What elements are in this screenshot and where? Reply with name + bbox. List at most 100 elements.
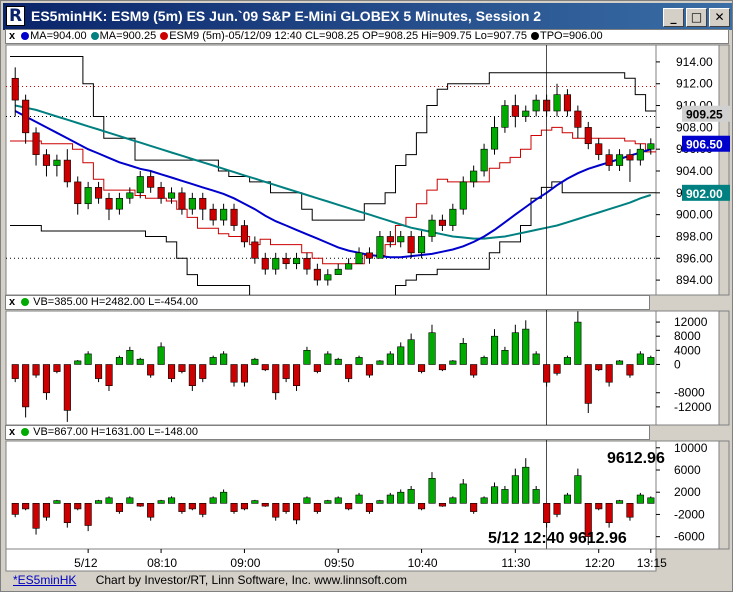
- vb1-axis-label: 8000: [674, 329, 701, 343]
- vb1-legend-swatch: [21, 298, 30, 306]
- status-bar: *ES5minHK Chart by Investor/RT, Linn Sof…: [5, 573, 730, 590]
- candle-body: [605, 154, 613, 166]
- vb1-bar: [292, 364, 301, 387]
- time-axis-label: 10:40: [408, 556, 438, 570]
- candle-body: [42, 154, 51, 166]
- vb1-axis-label: -8000: [674, 386, 705, 400]
- vb2-bar: [53, 500, 61, 504]
- vb2-bar: [532, 489, 540, 504]
- vb1-bar: [407, 339, 415, 365]
- candle-body: [11, 77, 19, 101]
- vb1-bar: [584, 364, 592, 404]
- price-axis-label: 904.00: [676, 164, 713, 178]
- vb2-bar: [303, 497, 311, 504]
- candle-body: [490, 127, 499, 150]
- vb1-bar: [115, 357, 123, 365]
- candle-body: [511, 105, 519, 117]
- vb2-axis-label: 2000: [674, 485, 701, 499]
- vb2-bar: [480, 497, 488, 504]
- vb1-bar: [647, 357, 655, 365]
- vb2-bar: [157, 500, 165, 504]
- vb2-panel-close-icon[interactable]: x: [6, 426, 18, 438]
- vb2-bar: [355, 494, 363, 504]
- vb2-bar: [74, 502, 82, 510]
- vb1-bar: [563, 357, 572, 365]
- vb1-bar: [209, 357, 217, 365]
- vb1-panel-close-icon[interactable]: x: [6, 296, 18, 308]
- vb1-bar: [428, 332, 436, 365]
- vb2-bar: [95, 500, 103, 504]
- vb2-bar: [324, 500, 332, 504]
- vb2-bar: [459, 483, 467, 504]
- vb1-bar: [615, 360, 624, 365]
- vb2-bar: [240, 502, 248, 510]
- vb2-bar: [595, 502, 603, 510]
- vb1-bar: [324, 353, 332, 365]
- candle-body: [365, 252, 374, 259]
- vb2-bar: [365, 502, 374, 512]
- candle-body: [220, 208, 228, 221]
- candle-body: [501, 105, 509, 128]
- price-axis-label: 894.00: [676, 273, 713, 287]
- vb2-bar: [199, 502, 207, 515]
- vb1-bar: [188, 364, 196, 387]
- candle-body: [324, 274, 332, 281]
- candle-body: [32, 132, 40, 155]
- price-axis-label: 912.00: [676, 77, 713, 91]
- vb1-axis-label: 4000: [674, 343, 701, 357]
- vb2-bar: [511, 475, 519, 504]
- vb2-bar: [449, 497, 457, 504]
- candle-body: [553, 94, 561, 112]
- price-axis-label: 908.00: [676, 120, 713, 134]
- vb1-bar: [553, 364, 561, 374]
- vb1-bar: [438, 364, 447, 371]
- time-axis-label: 11:30: [501, 556, 530, 570]
- vb1-bar: [199, 364, 207, 379]
- vb2-bar: [386, 494, 394, 504]
- chart-tab[interactable]: *ES5minHK: [13, 573, 76, 587]
- candle-body: [574, 110, 582, 128]
- vb1-bar: [63, 364, 71, 411]
- vb2-bar: [22, 502, 30, 510]
- vb2-bar: [230, 502, 238, 512]
- candle-body: [105, 197, 113, 210]
- vb1-bar: [22, 364, 30, 408]
- price-badge-label: 906.50: [686, 138, 723, 152]
- vb1-bar: [303, 349, 311, 365]
- vb2-bar: [334, 497, 342, 504]
- vb2-bar: [168, 497, 176, 504]
- vb2-bar: [438, 502, 447, 507]
- candle-body: [470, 170, 478, 183]
- candle-body: [282, 257, 290, 265]
- price-badge-label: 909.25: [686, 108, 723, 122]
- vb2-bar: [126, 497, 134, 504]
- vb2-bar: [626, 502, 634, 518]
- candle-body: [615, 154, 624, 166]
- candle-body: [522, 110, 530, 117]
- candle-body: [407, 236, 415, 254]
- candle-body: [428, 219, 436, 237]
- time-axis-label: 08:10: [147, 556, 177, 570]
- vb2-bar: [42, 502, 51, 518]
- candle-body: [84, 187, 92, 205]
- vb1-bar: [168, 364, 176, 379]
- vb2-legend-swatch: [21, 428, 30, 436]
- candle-body: [584, 127, 592, 145]
- vb1-bar: [282, 364, 290, 379]
- candle-body: [532, 99, 540, 112]
- vb2-bar: [470, 502, 478, 512]
- vb1-bar: [490, 335, 499, 365]
- vb2-bar: [417, 502, 426, 510]
- vb2-axis-label: 6000: [674, 463, 701, 477]
- vb1-bar: [220, 353, 228, 365]
- candle-body: [240, 225, 248, 243]
- vb2-bar: [522, 466, 530, 504]
- vb1-axis-label: 12000: [674, 315, 708, 329]
- vb2-bar: [63, 502, 71, 523]
- vb2-bar: [272, 502, 280, 518]
- candle-body: [397, 236, 405, 243]
- vb2-bar: [563, 494, 572, 504]
- candle-body: [438, 219, 447, 226]
- candle-body: [261, 257, 269, 270]
- vb2-axis-label: -6000: [674, 530, 705, 544]
